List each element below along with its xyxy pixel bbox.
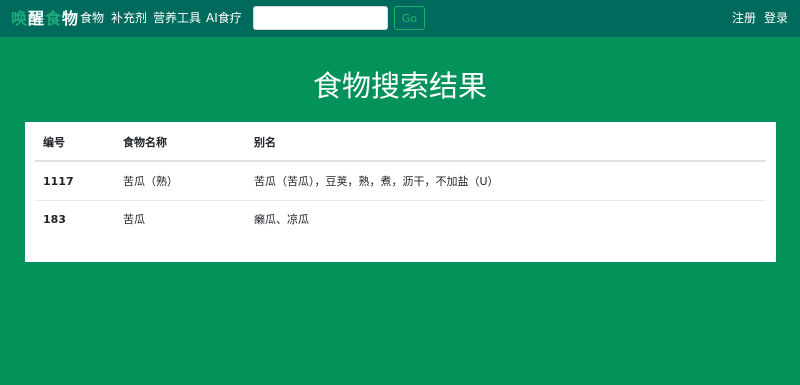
table-row-divider — [35, 200, 766, 201]
search-input[interactable] — [253, 6, 388, 30]
register-link[interactable]: 注册 — [732, 11, 756, 26]
cell-alias: 癞瓜、凉瓜 — [254, 213, 309, 226]
brand-logo[interactable]: 唤醒食物 — [11, 9, 79, 28]
nav-item-nutrition-tools[interactable]: 营养工具 — [153, 11, 201, 26]
brand-char-4: 物 — [62, 9, 80, 28]
cell-id: 1117 — [43, 175, 74, 188]
table-header-divider — [35, 160, 766, 162]
brand-char-2: 醒 — [28, 9, 46, 28]
nav-item-supplements[interactable]: 补充剂 — [111, 11, 147, 26]
results-card: 编号 食物名称 别名 1117 苦瓜（熟） 苦瓜（苦瓜），豆荚，熟，煮，沥干，不… — [25, 122, 776, 262]
brand-char-3: 食 — [45, 9, 63, 28]
nav-item-food[interactable]: 食物 — [80, 11, 104, 26]
page-title: 食物搜索结果 — [312, 69, 487, 103]
brand-char-1: 唤 — [11, 9, 29, 28]
nav-item-ai-diet-therapy[interactable]: AI食疗 — [206, 11, 242, 26]
login-link[interactable]: 登录 — [764, 11, 788, 26]
navbar: 唤醒食物 食物 补充剂 营养工具 AI食疗 Go 注册 登录 — [0, 0, 800, 37]
column-header-food-name: 食物名称 — [123, 136, 167, 149]
go-button[interactable]: Go — [394, 6, 425, 30]
cell-food-name[interactable]: 苦瓜 — [123, 213, 145, 227]
cell-food-name[interactable]: 苦瓜（熟） — [123, 175, 178, 189]
column-header-alias: 别名 — [254, 136, 276, 149]
cell-alias: 苦瓜（苦瓜），豆荚，熟，煮，沥干，不加盐（U） — [254, 175, 499, 188]
column-header-id: 编号 — [43, 136, 65, 149]
cell-id: 183 — [43, 213, 66, 226]
